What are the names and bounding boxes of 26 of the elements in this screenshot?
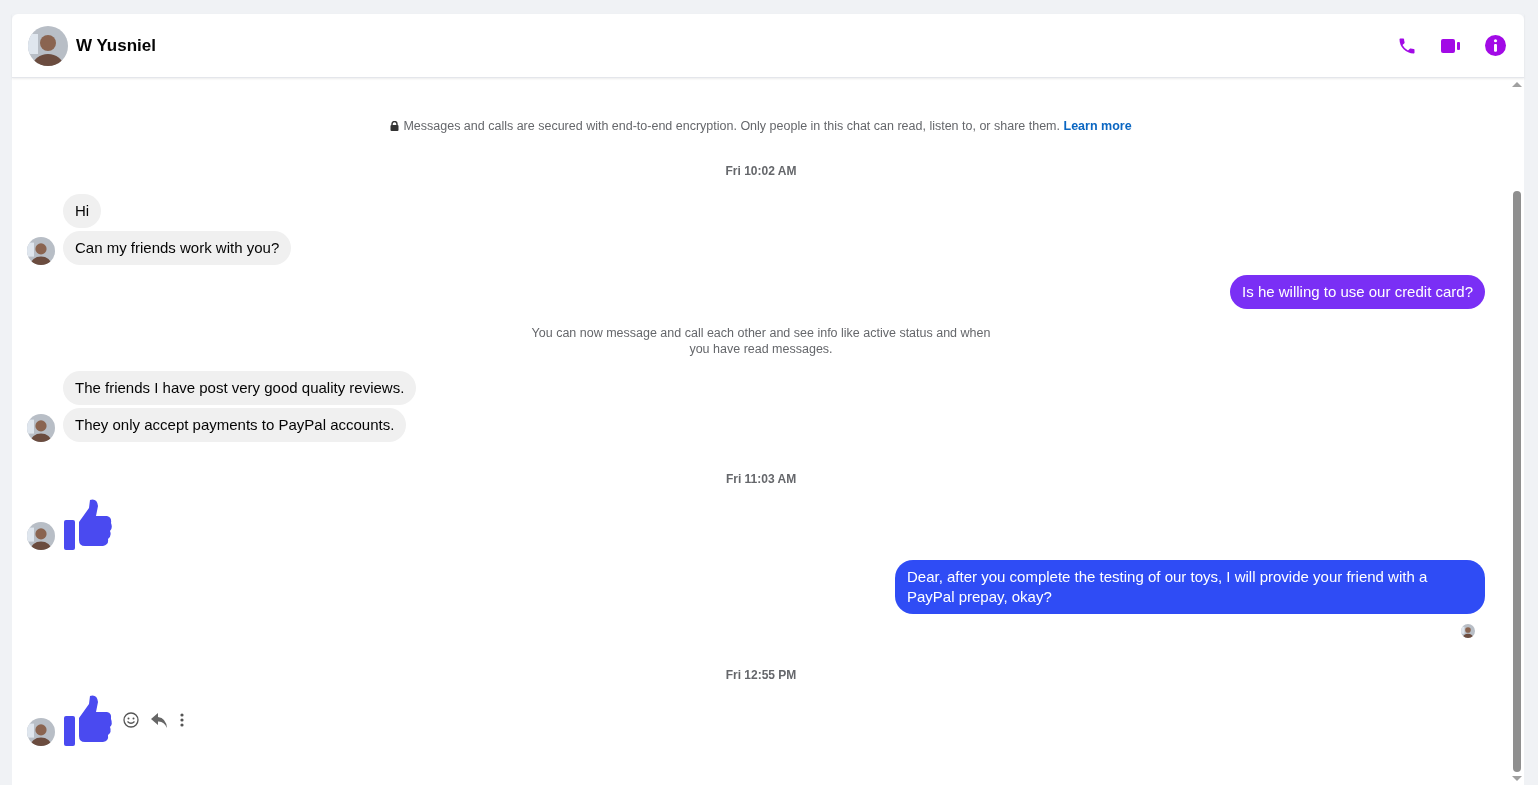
message-bubble: Hi xyxy=(63,194,102,228)
avatar xyxy=(28,25,68,66)
timestamp: Fri 12:55 PM xyxy=(725,667,797,684)
thumbs-up-icon xyxy=(63,694,113,746)
avatar xyxy=(27,237,55,265)
info-icon[interactable] xyxy=(1485,35,1506,56)
message-bubble: The friends I have post very good quality reviews. xyxy=(63,371,417,405)
notice-text: Messages and calls are secured with end-to-end encryption. Only people in this chat can read, listen to, or share them. Learn more xyxy=(390,118,1132,134)
message-bubble: Is he willing to use our credit card? xyxy=(1230,275,1485,309)
timestamp: Fri 10:02 AM xyxy=(725,163,797,180)
video-camera-icon[interactable] xyxy=(1441,37,1461,54)
thumbs-up-icon xyxy=(63,498,113,550)
avatar xyxy=(27,522,55,550)
message-bubble: Can my friends work with you? xyxy=(63,231,292,265)
notice-text: You can now message and call each other and see info like active status and when you have read messages. xyxy=(530,325,992,357)
more-icon[interactable] xyxy=(180,713,184,727)
reply-icon[interactable] xyxy=(151,712,168,728)
avatar xyxy=(27,718,55,746)
avatar xyxy=(1461,624,1475,638)
avatar xyxy=(27,414,55,442)
message-bubble: Dear, after you complete the testing of our toys, I will provide your friend with a PayPal prepay, okay? xyxy=(895,560,1485,614)
timestamp: Fri 11:03 AM xyxy=(725,471,797,488)
smiley-icon[interactable] xyxy=(123,712,139,728)
learn-more-link[interactable]: Learn more xyxy=(1063,119,1132,133)
contact-name: W Yusniel xyxy=(76,34,156,57)
message-bubble: They only accept payments to PayPal accounts. xyxy=(63,408,407,442)
